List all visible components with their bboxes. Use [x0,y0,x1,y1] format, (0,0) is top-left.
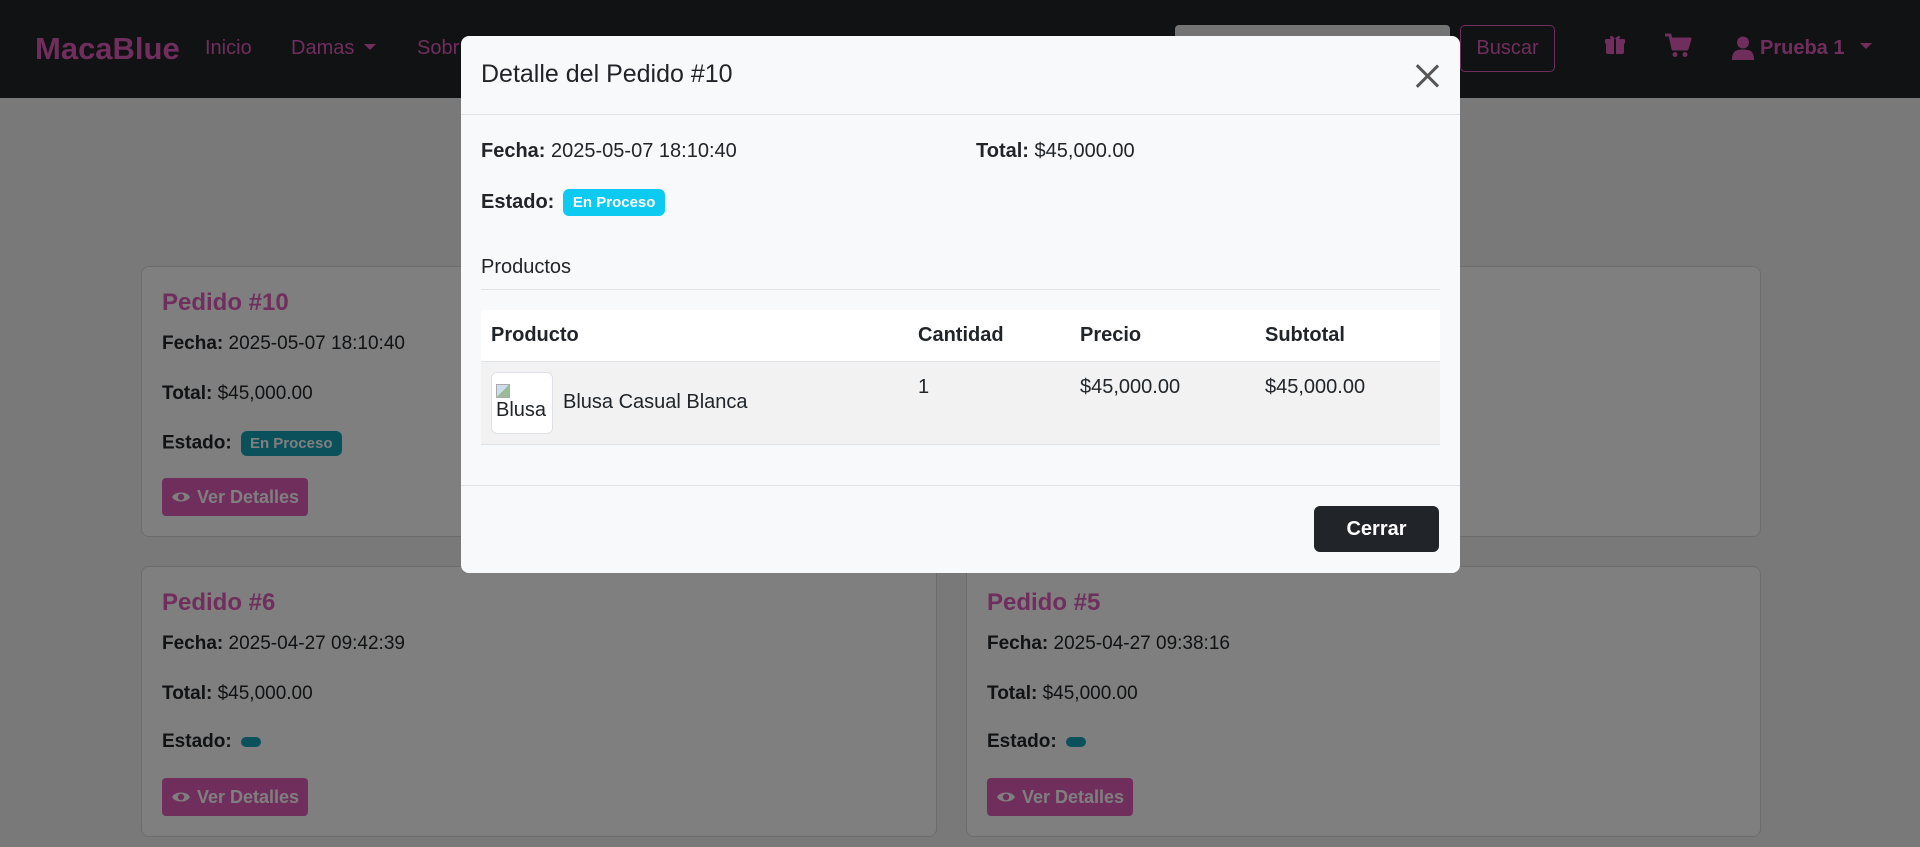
close-icon[interactable] [1414,63,1440,89]
modal-header: Detalle del Pedido #10 [461,36,1460,115]
broken-image-icon [496,383,510,398]
modal-estado: Estado: En Proceso [481,189,666,216]
modal-title: Detalle del Pedido #10 [481,60,733,88]
product-image: Blusa [491,371,553,434]
divider [481,289,1440,290]
subtotal-cell: $45,000.00 [1255,361,1440,445]
column-header-cantidad: Cantidad [908,310,1070,362]
estado-label: Estado: [481,190,555,213]
table-header-row: Producto Cantidad Precio Subtotal [481,310,1440,362]
product-image-alt: Blusa [496,398,547,421]
modal-fecha: Fecha: 2025-05-07 18:10:40 [481,140,737,163]
modal-footer: Cerrar [461,485,1460,573]
column-header-subtotal: Subtotal [1255,310,1440,362]
modal-total-value: $45,000.00 [1034,140,1135,162]
status-badge: En Proceso [562,189,666,216]
product-name: Blusa Casual Blanca [563,391,748,413]
column-header-precio: Precio [1070,310,1255,362]
fecha-label: Fecha: [481,140,546,162]
close-button[interactable]: Cerrar [1314,506,1439,552]
order-detail-modal: Detalle del Pedido #10 Fecha: 2025-05-07… [461,36,1460,573]
total-label: Total: [976,140,1029,162]
products-section-title: Productos [481,256,572,278]
price-cell: $45,000.00 [1070,361,1255,445]
modal-total: Total: $45,000.00 [976,140,1135,163]
quantity-cell: 1 [908,361,1070,445]
products-table: Producto Cantidad Precio Subtotal Blusa … [481,310,1440,445]
table-row: Blusa Blusa Casual Blanca 1 $45,000.00 $… [481,361,1440,445]
column-header-producto: Producto [481,310,908,362]
product-cell: Blusa Blusa Casual Blanca [481,361,908,445]
modal-fecha-value: 2025-05-07 18:10:40 [551,140,737,162]
